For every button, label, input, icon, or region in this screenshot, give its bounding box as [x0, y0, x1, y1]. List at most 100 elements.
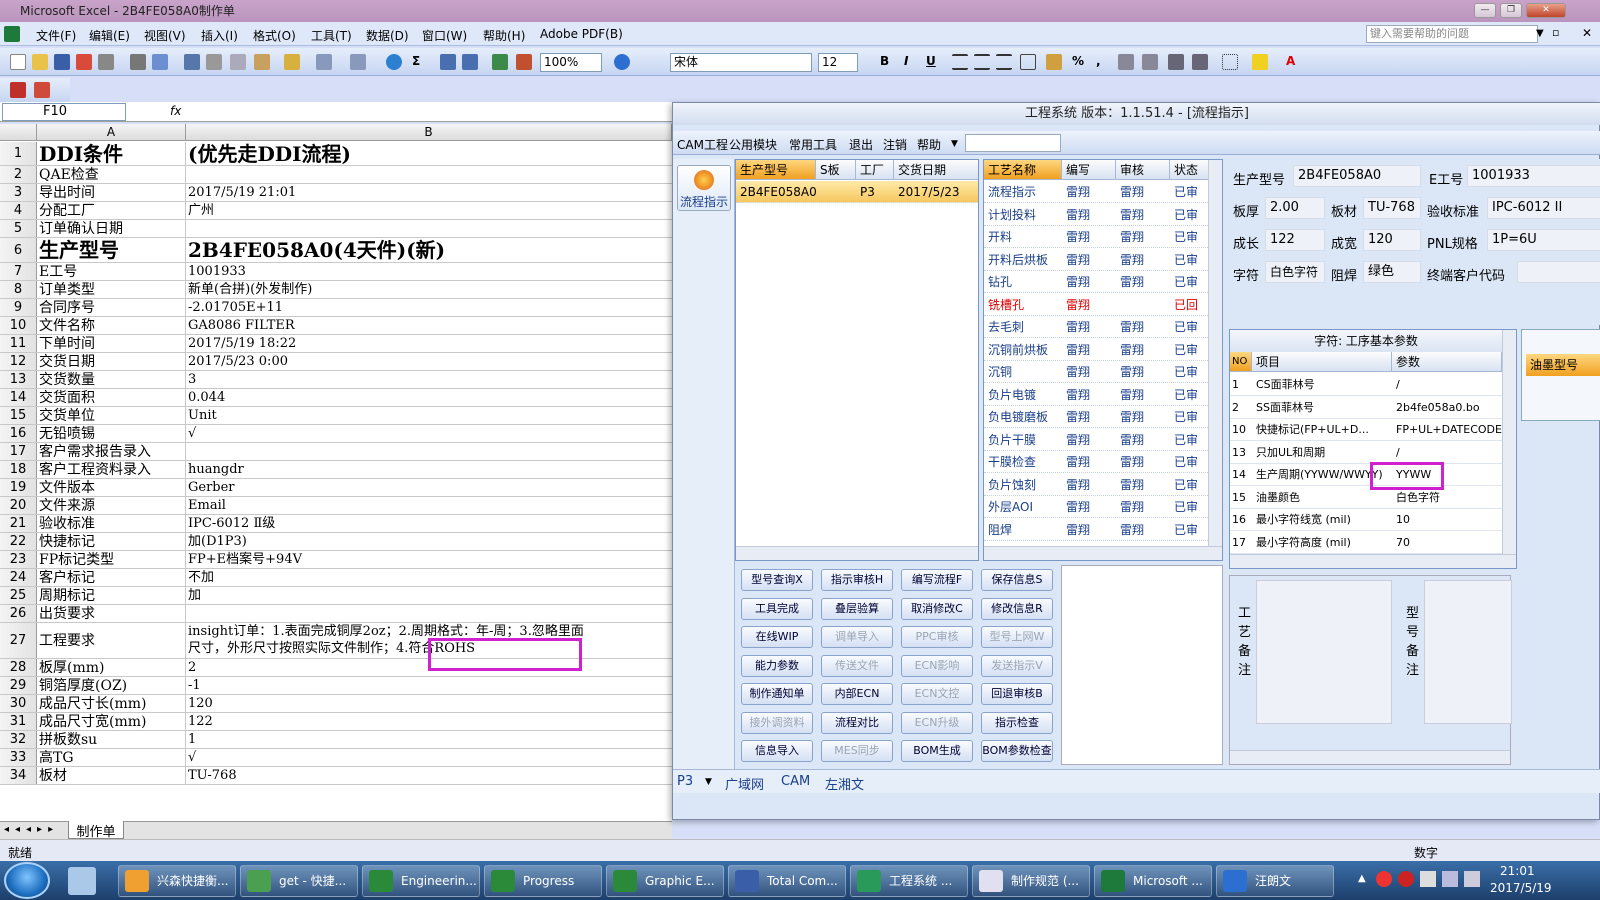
- process-row[interactable]: 阻焊 雷翔 雷翔 已审: [984, 519, 1208, 541]
- increase-decimal-icon[interactable]: [1118, 54, 1134, 70]
- model-field[interactable]: 2B4FE058A0: [1293, 165, 1421, 187]
- action-button[interactable]: 流程对比: [821, 711, 893, 734]
- menu-insert[interactable]: 插入(I): [201, 27, 238, 44]
- align-right-icon[interactable]: [996, 54, 1012, 70]
- sheet-row[interactable]: 9 合同序号 -2.01705E+11: [0, 299, 672, 317]
- action-button[interactable]: 保存信息S: [981, 569, 1053, 591]
- cell-b[interactable]: 122: [186, 713, 672, 730]
- sheet-row[interactable]: 23 FP标记类型 FP+E档案号+94V: [0, 551, 672, 569]
- menu-edit[interactable]: 编辑(E): [89, 27, 130, 44]
- cell-a[interactable]: 板厚(mm): [37, 659, 186, 676]
- cell-b[interactable]: 广州: [186, 202, 672, 219]
- menu-format[interactable]: 格式(O): [253, 27, 296, 44]
- sheet-row[interactable]: 6 生产型号 2B4FE058A0(4天件)(新): [0, 238, 672, 263]
- sheet-row[interactable]: 22 快捷标记 加(D1P3): [0, 533, 672, 551]
- chart-wizard-icon[interactable]: [492, 54, 508, 70]
- cell-a[interactable]: 文件来源: [37, 497, 186, 514]
- taskbar-item[interactable]: Graphic E...: [606, 865, 724, 897]
- process-row[interactable]: 计划投料 雷翔 雷翔 已审: [984, 204, 1208, 226]
- process-row[interactable]: 开料后烘板 雷翔 雷翔 已审: [984, 249, 1208, 271]
- char-field[interactable]: 白色字符: [1265, 261, 1325, 283]
- percent-button[interactable]: %: [1072, 54, 1084, 68]
- cell-a[interactable]: 周期标记: [37, 587, 186, 604]
- cell-b[interactable]: Email: [186, 497, 672, 514]
- action-button[interactable]: 工具完成: [741, 597, 813, 620]
- help-search-input[interactable]: 键入需要帮助的问题: [1366, 25, 1538, 43]
- sheet-row[interactable]: 13 交货数量 3: [0, 371, 672, 389]
- bold-button[interactable]: B: [880, 54, 889, 68]
- cell-a[interactable]: 铜箔厚度(OZ): [37, 677, 186, 694]
- cell-b[interactable]: 2B4FE058A0(4天件)(新): [186, 238, 672, 262]
- row-number[interactable]: 6: [0, 238, 37, 262]
- cam-menu-help[interactable]: 帮助: [917, 136, 941, 153]
- merge-center-icon[interactable]: [1020, 54, 1036, 70]
- notes-hscrollbar[interactable]: [1230, 750, 1510, 764]
- cell-a[interactable]: 快捷标记: [37, 533, 186, 550]
- cell-b[interactable]: -2.01705E+11: [186, 299, 672, 316]
- process-row[interactable]: 干膜检查 雷翔 雷翔 已审: [984, 451, 1208, 473]
- cell-a[interactable]: 订单类型: [37, 281, 186, 298]
- tray-icon-2[interactable]: [1398, 871, 1414, 887]
- close-workbook-icon[interactable]: ✕: [1582, 26, 1592, 40]
- ink-type-header[interactable]: 油墨型号: [1526, 354, 1600, 376]
- start-button[interactable]: [4, 862, 50, 899]
- action-button[interactable]: 调单导入: [821, 626, 893, 648]
- cell-a[interactable]: 下单时间: [37, 335, 186, 352]
- pdf-convert-icon[interactable]: [10, 82, 26, 98]
- process-vscrollbar[interactable]: [1208, 160, 1222, 546]
- row-number[interactable]: 30: [0, 695, 37, 712]
- taskbar-item[interactable]: Progress: [484, 865, 602, 897]
- cam-menu-tools[interactable]: 常用工具: [789, 136, 837, 153]
- menu-help[interactable]: 帮助(H): [483, 27, 525, 44]
- param-col-value[interactable]: 参数: [1392, 352, 1502, 372]
- comma-button[interactable]: ,: [1096, 54, 1101, 68]
- menu-adobe-pdf[interactable]: Adobe PDF(B): [540, 27, 623, 41]
- minimize-button[interactable]: —: [1474, 3, 1496, 18]
- action-button[interactable]: 型号查询X: [741, 569, 813, 591]
- sheet-row[interactable]: 14 交货面积 0.044: [0, 389, 672, 407]
- row-number[interactable]: 1: [0, 142, 37, 165]
- action-button[interactable]: 指示审核H: [821, 569, 893, 591]
- sheet-row[interactable]: 26 出货要求: [0, 605, 672, 623]
- align-center-icon[interactable]: [974, 54, 990, 70]
- cell-a[interactable]: 拼板数su: [37, 731, 186, 748]
- help-dropdown-icon[interactable]: ▼: [1536, 28, 1544, 39]
- tray-volume-icon[interactable]: [1464, 871, 1480, 887]
- action-button[interactable]: 指示检查: [981, 711, 1053, 734]
- excel-app-icon[interactable]: [4, 26, 20, 42]
- action-button[interactable]: 型号上网W: [981, 626, 1053, 648]
- cell-a[interactable]: 文件名称: [37, 317, 186, 334]
- action-button[interactable]: 传送文件: [821, 654, 893, 677]
- taskbar-item[interactable]: Total Com...: [728, 865, 846, 897]
- font-select[interactable]: 宋体: [670, 53, 812, 72]
- row-number[interactable]: 13: [0, 371, 37, 388]
- calculator-icon[interactable]: [68, 867, 96, 895]
- cell-a[interactable]: 成品尺寸宽(mm): [37, 713, 186, 730]
- param-row[interactable]: 2 SS面菲林号 2b4fe058a0.bo: [1230, 397, 1502, 419]
- column-header-b[interactable]: B: [186, 124, 672, 141]
- cam-toolbar-combo[interactable]: [965, 134, 1061, 152]
- sheet-row[interactable]: 19 文件版本 Gerber: [0, 479, 672, 497]
- sheet-row[interactable]: 34 板材 TU-768: [0, 767, 672, 785]
- params-vscrollbar[interactable]: [1502, 330, 1516, 554]
- cell-a[interactable]: 出货要求: [37, 605, 186, 622]
- row-number[interactable]: 11: [0, 335, 37, 352]
- clock-time[interactable]: 21:01: [1500, 864, 1535, 878]
- process-hscrollbar[interactable]: [984, 546, 1222, 560]
- process-row[interactable]: 负片蚀刻 雷翔 雷翔 已审: [984, 474, 1208, 496]
- tray-icon-1[interactable]: [1376, 871, 1392, 887]
- row-number[interactable]: 10: [0, 317, 37, 334]
- row-number[interactable]: 18: [0, 461, 37, 478]
- order-col-s[interactable]: S板: [816, 160, 856, 180]
- fx-icon[interactable]: fx: [170, 104, 181, 118]
- clock-date[interactable]: 2017/5/19: [1490, 881, 1552, 895]
- cell-a[interactable]: 交货数量: [37, 371, 186, 388]
- decrease-indent-icon[interactable]: [1168, 54, 1184, 70]
- cell-a[interactable]: 分配工厂: [37, 202, 186, 219]
- row-number[interactable]: 21: [0, 515, 37, 532]
- cell-a[interactable]: 订单确认日期: [37, 220, 186, 237]
- model-note-field[interactable]: [1424, 580, 1512, 724]
- sheet-row[interactable]: 12 交货日期 2017/5/23 0:00: [0, 353, 672, 371]
- sheet-row[interactable]: 1 DDI条件 (优先走DDI流程): [0, 142, 672, 166]
- cell-b[interactable]: 2017/5/19 21:01: [186, 184, 672, 201]
